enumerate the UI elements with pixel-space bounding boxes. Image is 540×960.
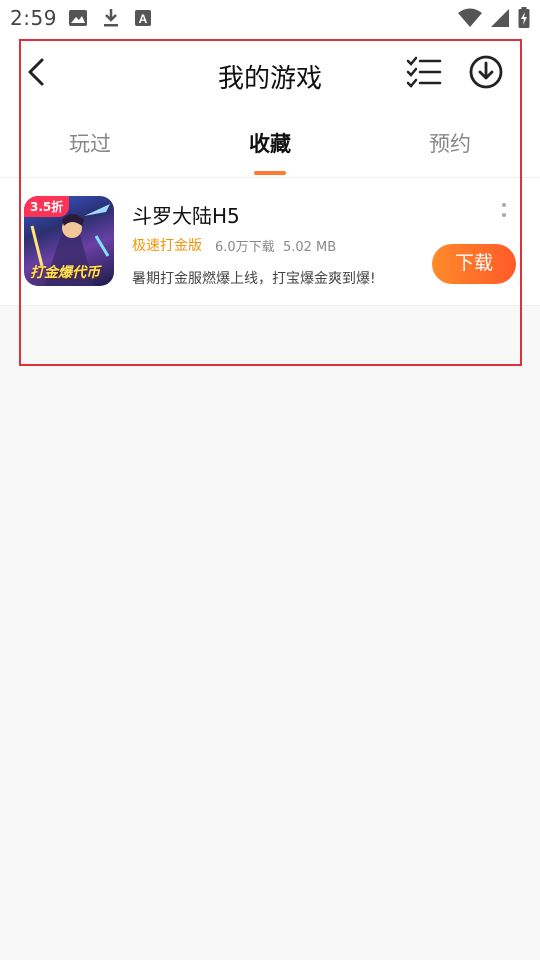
page-title: 我的游戏 <box>217 64 322 94</box>
game-list-item[interactable]: 3.5折 打金爆代币 斗罗大陆H5 极速打金版 6.0万下载 5.02 MB 暑… <box>0 178 540 306</box>
status-right-icons <box>458 7 530 33</box>
more-vertical-icon <box>502 203 506 217</box>
tab-bar: 玩过 收藏 预约 <box>0 108 540 178</box>
signal-icon <box>490 8 510 32</box>
font-icon: A <box>134 9 152 31</box>
status-bar: 2:59 A <box>0 0 540 36</box>
game-description: 暑期打金服燃爆上线，打宝爆金爽到爆! <box>132 271 376 287</box>
icon-caption: 打金爆代币 <box>30 265 100 281</box>
file-size: 5.02 MB <box>282 240 337 255</box>
game-title[interactable]: 斗罗大陆H5 <box>132 200 240 229</box>
active-tab-indicator <box>254 171 286 175</box>
download-count: 6.0万下载 <box>215 240 275 255</box>
status-left-icons: A <box>68 8 152 32</box>
more-options-button[interactable] <box>498 200 510 222</box>
manage-list-button[interactable] <box>406 56 444 88</box>
wifi-icon <box>458 8 482 32</box>
image-icon <box>68 9 88 31</box>
game-meta: 6.0万下载 5.02 MB <box>215 236 336 255</box>
download-manager-button[interactable] <box>468 54 504 90</box>
tab-played[interactable]: 玩过 <box>0 128 180 158</box>
download-button[interactable]: 下载 <box>432 244 516 284</box>
tab-favorites[interactable]: 收藏 <box>180 128 360 158</box>
download-icon <box>102 8 120 32</box>
battery-icon <box>518 7 530 33</box>
discount-badge: 3.5折 <box>24 196 70 217</box>
status-time: 2:59 <box>10 6 57 30</box>
game-tag: 极速打金版 <box>132 238 202 254</box>
checklist-icon <box>406 56 442 88</box>
tab-reserved[interactable]: 预约 <box>360 128 540 158</box>
download-circle-icon <box>469 55 503 89</box>
svg-text:A: A <box>139 12 148 26</box>
game-icon[interactable]: 3.5折 打金爆代币 <box>24 196 114 286</box>
screen: 2:59 A 我的游戏 玩过 收藏 预约 3.5折 打金爆代币 斗罗大陆H5 极… <box>0 0 540 960</box>
app-header: 我的游戏 <box>0 36 540 108</box>
